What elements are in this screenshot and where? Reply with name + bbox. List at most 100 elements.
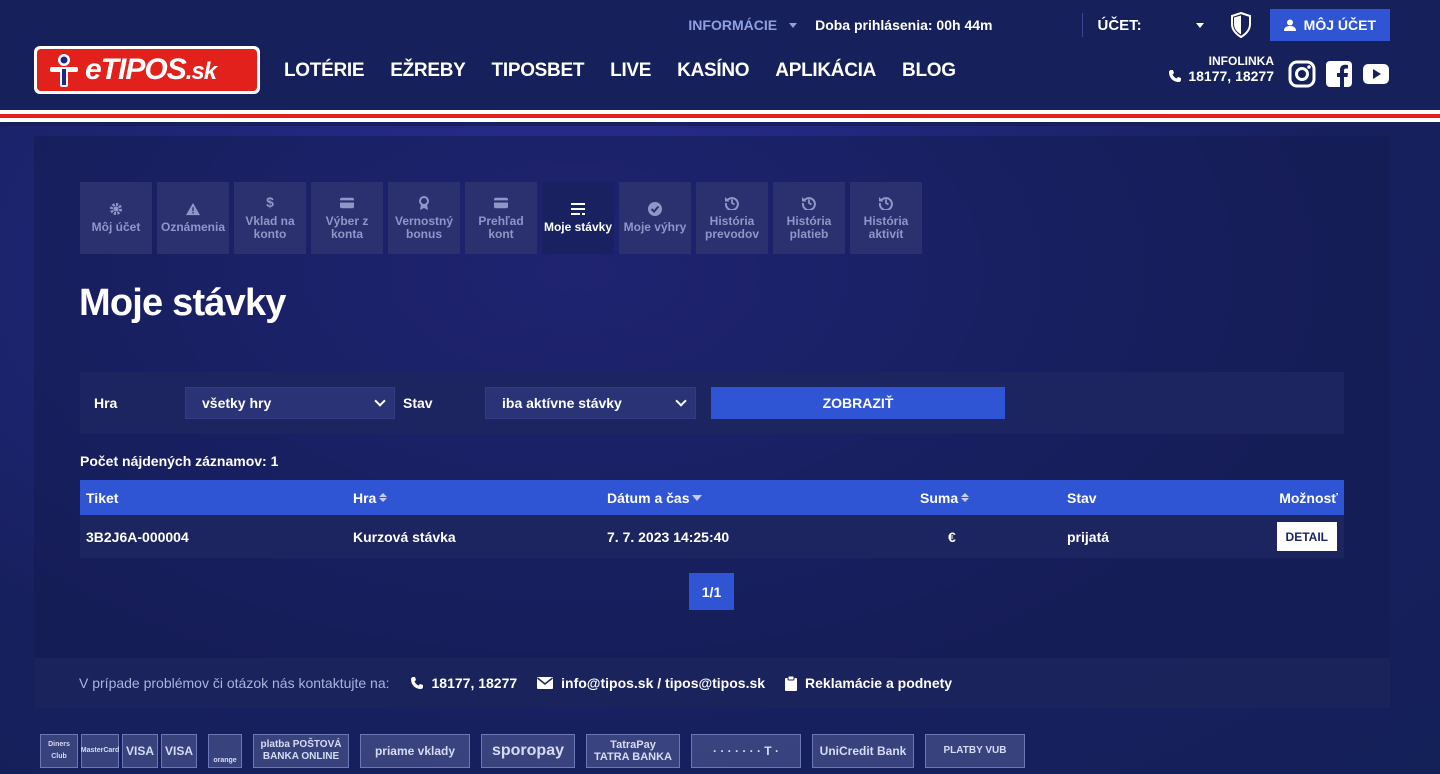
etipos-logo[interactable]: eTIPOS.sk — [34, 46, 260, 94]
account-dropdown[interactable]: ÚČET: — [1097, 17, 1204, 34]
tab-transfer-history[interactable]: História prevodov — [696, 182, 768, 254]
tab-payment-history[interactable]: História platieb — [773, 182, 845, 254]
col-game[interactable]: Hra — [353, 490, 388, 506]
contact-phone[interactable]: 18177, 18277 — [410, 675, 518, 691]
shield-icon[interactable] — [1230, 12, 1252, 38]
contact-complaints[interactable]: Reklamácie a podnety — [785, 675, 952, 691]
cell-options: DETAIL — [1276, 522, 1337, 551]
bets-table: Tiket Hra Dátum a čas Suma Stav Možnosť … — [80, 480, 1344, 558]
payment-sporopay: sporopay — [481, 734, 575, 768]
tipos-logo-mark — [50, 54, 78, 87]
payment-vub: PLATBY VUB — [925, 734, 1025, 768]
payment-mastercard: MasterCard — [81, 734, 119, 768]
history-icon — [879, 196, 893, 210]
game-select-value: všetky hry — [202, 395, 272, 411]
col-date[interactable]: Dátum a čas — [607, 490, 703, 506]
game-select[interactable]: všetky hry — [185, 387, 395, 419]
tab-activity-history[interactable]: História aktivít — [850, 182, 922, 254]
col-options-label: Možnosť — [1279, 489, 1338, 506]
tab-notifications[interactable]: Oznámenia — [157, 182, 229, 254]
tab-my-bets[interactable]: Moje stávky — [542, 182, 614, 254]
phone-icon — [1169, 70, 1182, 82]
records-count: Počet nájdených záznamov: 1 — [80, 453, 279, 469]
payment-unicredit: UniCredit Bank — [812, 734, 914, 768]
card-icon — [494, 196, 508, 210]
tab-label: Výber z konta — [325, 213, 369, 241]
instagram-icon[interactable] — [1288, 60, 1316, 88]
infoline: INFOLINKA 18177, 18277 — [1168, 54, 1274, 84]
payment-tatrapay: TatraPay TATRA BANKA — [586, 734, 680, 768]
cell-status: prijatá — [1067, 528, 1110, 545]
nav-live[interactable]: LIVE — [610, 60, 651, 82]
col-ticket: Tiket — [86, 490, 118, 506]
status-select[interactable]: iba aktívne stávky — [485, 387, 696, 419]
status-select-value: iba aktívne stávky — [502, 395, 622, 411]
header-stripes — [0, 110, 1440, 126]
tab-my-account[interactable]: Môj účet — [80, 182, 152, 254]
history-icon — [725, 196, 739, 210]
col-options: Možnosť — [1279, 490, 1338, 506]
nav-ezreby[interactable]: EŽREBY — [390, 60, 466, 82]
tab-my-wins[interactable]: Moje výhry — [619, 182, 691, 254]
contact-text: V prípade problémov či otázok nás kontak… — [79, 675, 390, 691]
nav-lotterie[interactable]: LOTÉRIE — [284, 60, 365, 82]
infoline-numbers: 18177, 18277 — [1188, 68, 1274, 84]
contact-phone-text: 18177, 18277 — [431, 675, 518, 691]
cell-game: Kurzová stávka — [353, 528, 456, 545]
table-header: Tiket Hra Dátum a čas Suma Stav Možnosť — [80, 480, 1344, 515]
tab-label: Vernostný bonus — [394, 213, 454, 241]
payment-postova-banka: platba POŠTOVÁ BANKA ONLINE — [253, 734, 349, 768]
pagination[interactable]: 1/1 — [689, 573, 734, 610]
contact-email[interactable]: info@tipos.sk / tipos@tipos.sk — [537, 675, 765, 691]
nav-tiposbet[interactable]: TIPOSBET — [492, 60, 585, 82]
infoline-label: INFOLINKA — [1208, 54, 1274, 68]
infoline-phone[interactable]: 18177, 18277 — [1168, 68, 1274, 84]
contact-bar: V prípade problémov či otázok nás kontak… — [34, 658, 1390, 708]
dollar-icon: $ — [266, 194, 274, 210]
account-subnav: Môj účet Oznámenia $ Vklad na konto Výbe… — [80, 182, 922, 254]
tab-label: Moje výhry — [623, 220, 687, 234]
sort-icon — [379, 493, 388, 502]
sort-desc-icon — [692, 494, 703, 501]
info-label: INFORMÁCIE — [688, 17, 778, 33]
logo-suffix: .sk — [185, 58, 217, 85]
my-account-label: MÔJ ÚČET — [1303, 17, 1376, 33]
tab-label: Oznámenia — [160, 220, 226, 234]
payment-telekom: · · · · · · · T · — [691, 734, 801, 768]
chevron-down-icon — [374, 395, 386, 407]
tab-label: História aktivít — [863, 213, 909, 241]
youtube-icon[interactable] — [1362, 60, 1390, 88]
page-title: Moje stávky — [79, 282, 286, 324]
col-sum[interactable]: Suma — [920, 490, 970, 506]
session-timer: Doba prihlásenia: 00h 44m — [815, 17, 993, 33]
game-filter-label: Hra — [94, 395, 118, 411]
facebook-icon[interactable] — [1325, 60, 1353, 88]
card-icon — [340, 196, 354, 210]
cell-ticket: 3B2J6A-000004 — [86, 528, 189, 545]
payment-visa-electron: VISA — [161, 734, 197, 768]
payment-diners: Diners Club — [40, 734, 78, 768]
info-dropdown[interactable]: INFORMÁCIE — [688, 17, 798, 33]
medal-icon — [417, 195, 431, 210]
tab-label: História platieb — [786, 213, 832, 241]
tab-label: Prehľad kont — [478, 213, 524, 241]
nav-blog[interactable]: BLOG — [902, 60, 956, 82]
tab-loyalty-bonus[interactable]: Vernostný bonus — [388, 182, 460, 254]
nav-aplikacia[interactable]: APLIKÁCIA — [775, 60, 876, 82]
my-account-button[interactable]: MÔJ ÚČET — [1269, 9, 1390, 41]
status-filter-label: Stav — [403, 395, 433, 411]
tab-withdraw[interactable]: Výber z konta — [311, 182, 383, 254]
divider — [1082, 13, 1084, 37]
tab-accounts-overview[interactable]: Prehľad kont — [465, 182, 537, 254]
show-button[interactable]: ZOBRAZIŤ — [711, 387, 1005, 419]
tab-label: Vklad na konto — [245, 213, 295, 241]
site-header: INFORMÁCIE Doba prihlásenia: 00h 44m ÚČE… — [0, 0, 1440, 110]
detail-button[interactable]: DETAIL — [1276, 522, 1337, 551]
tab-deposit[interactable]: $ Vklad na konto — [234, 182, 306, 254]
col-status: Stav — [1067, 490, 1097, 506]
payment-logos: Diners Club MasterCard VISA VISA orange … — [40, 734, 1025, 768]
col-ticket-label: Tiket — [86, 489, 119, 506]
top-bar: INFORMÁCIE Doba prihlásenia: 00h 44m ÚČE… — [688, 8, 1390, 42]
sort-icon — [961, 493, 970, 502]
nav-kasino[interactable]: KASÍNO — [677, 60, 749, 82]
